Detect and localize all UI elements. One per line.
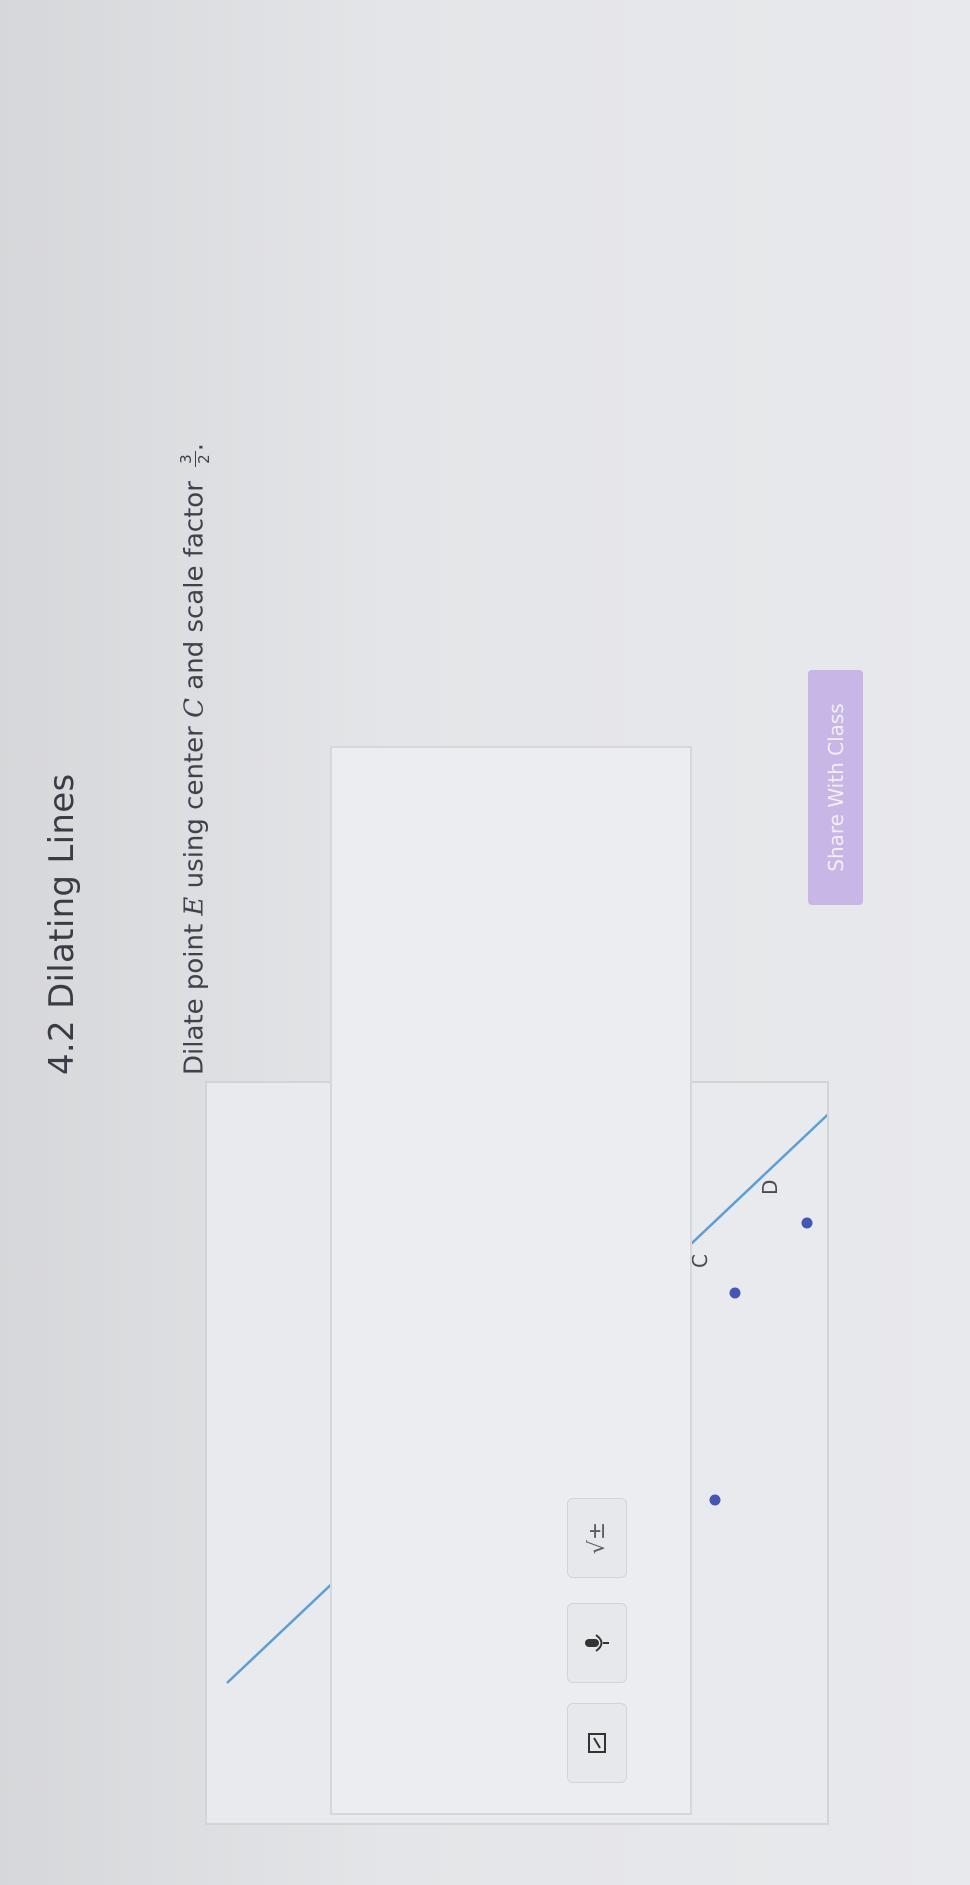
sketch-icon: [588, 1733, 606, 1753]
point-variable: E: [179, 896, 210, 916]
math-icon: √±: [584, 1521, 610, 1555]
stage: 4.2 Dilating Lines Dilate point E using …: [0, 0, 970, 1885]
point-e[interactable]: [709, 1494, 721, 1506]
task-prompt: Dilate point E using center C and scale …: [177, 443, 213, 1075]
center-variable: C: [179, 697, 210, 718]
math-tool-button[interactable]: √±: [567, 1498, 627, 1578]
response-area[interactable]: √±: [330, 746, 692, 1815]
share-with-class-button[interactable]: Share With Class: [808, 670, 863, 905]
sketch-tool-button[interactable]: [567, 1703, 627, 1783]
microphone-icon: [585, 1634, 609, 1652]
audio-tool-button[interactable]: [567, 1603, 627, 1683]
point-label-d: D: [758, 1180, 782, 1195]
point-d[interactable]: [801, 1217, 813, 1229]
scale-factor-fraction: 32: [177, 451, 213, 467]
page-title: 4.2 Dilating Lines: [42, 773, 82, 1075]
point-c[interactable]: [729, 1287, 741, 1299]
